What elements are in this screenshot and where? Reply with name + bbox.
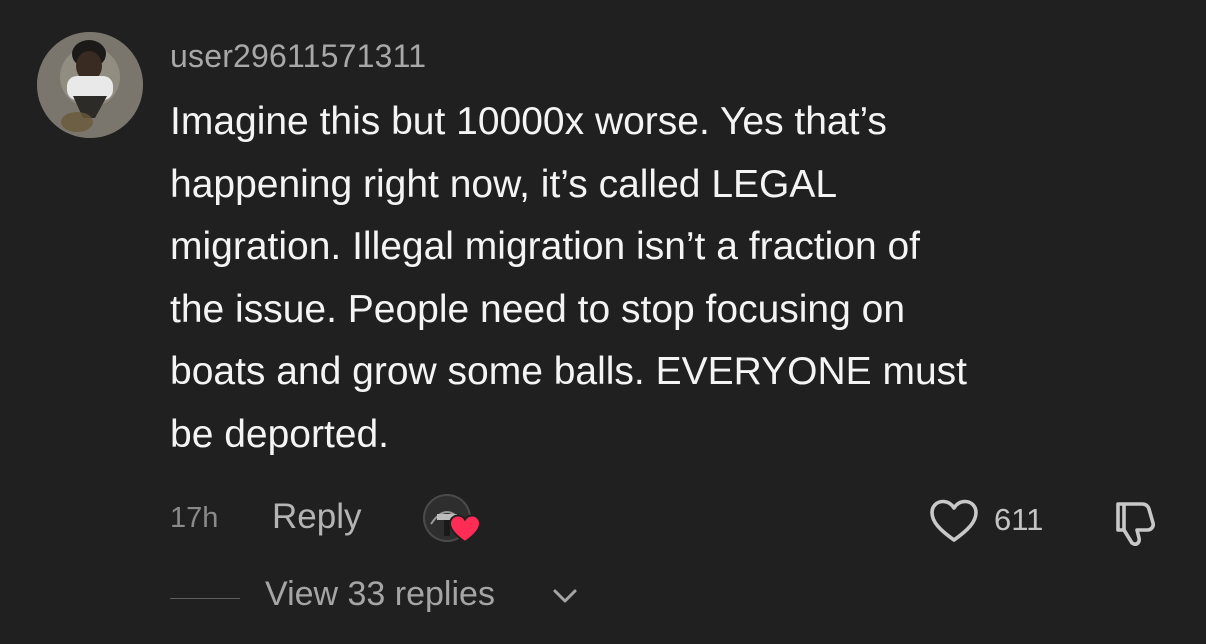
- like-count: 611: [994, 502, 1044, 537]
- reply-button[interactable]: Reply: [272, 497, 361, 537]
- comment-text: Imagine this but 10000x worse. Yes that’…: [170, 100, 967, 456]
- view-replies-button[interactable]: View 33 replies: [265, 575, 495, 614]
- comment-actions-row: 17h Reply 611: [0, 494, 1206, 554]
- username[interactable]: user29611571311: [170, 38, 426, 75]
- creator-liked-heart-icon: [449, 514, 481, 544]
- heart-outline-icon[interactable]: [928, 498, 980, 544]
- thumbs-down-icon[interactable]: [1108, 498, 1160, 548]
- timestamp: 17h: [170, 502, 219, 534]
- chevron-down-icon[interactable]: [551, 586, 579, 606]
- replies-divider: [170, 598, 240, 599]
- user-avatar[interactable]: [37, 32, 143, 138]
- creator-liked-badge: [423, 494, 483, 548]
- avatar-image: [37, 32, 143, 138]
